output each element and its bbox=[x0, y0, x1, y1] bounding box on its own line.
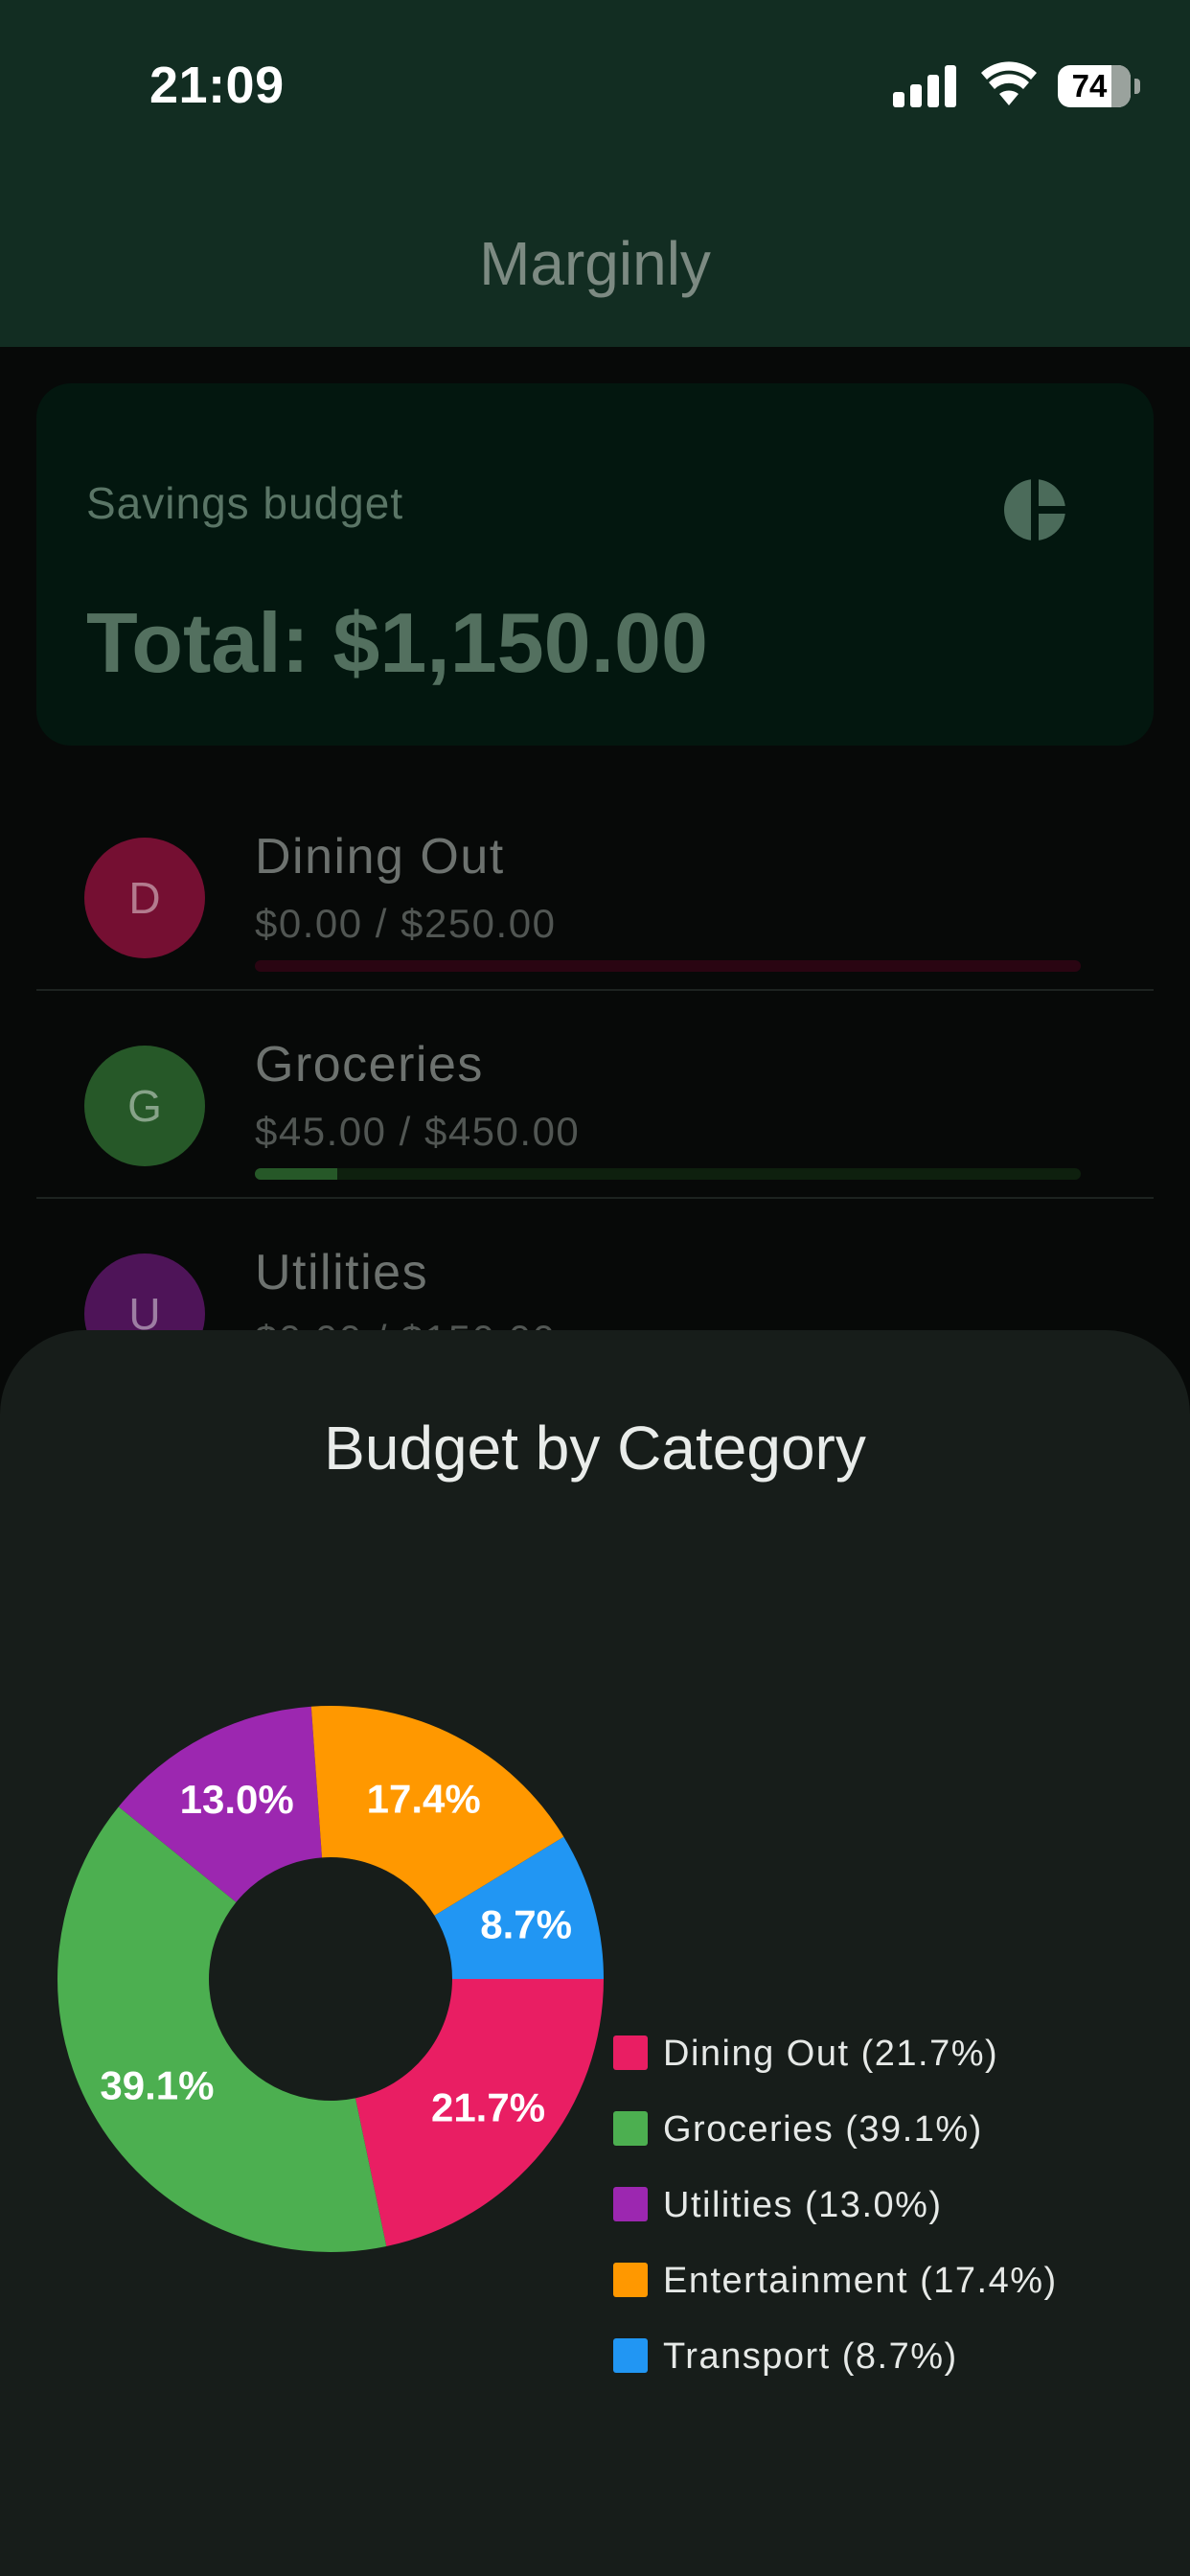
pie-slice-label: 39.1% bbox=[100, 2062, 214, 2107]
category-avatar: D bbox=[84, 838, 205, 958]
chart-bottom-sheet: Budget by Category 21.7% 39.1% 13.0% 17.4% 8… bbox=[0, 1330, 1190, 2576]
legend-label: Utilities (13.0%) bbox=[663, 2185, 943, 2225]
category-name: Utilities bbox=[255, 1245, 429, 1300]
legend-swatch bbox=[613, 2036, 648, 2070]
status-time: 21:09 bbox=[149, 57, 285, 114]
battery-tip bbox=[1134, 79, 1140, 94]
savings-budget-card[interactable]: Savings budget Total: $1,150.00 bbox=[36, 383, 1154, 746]
pie-slice-label: 8.7% bbox=[480, 1902, 572, 1947]
category-row[interactable]: D Dining Out $0.00 / $250.00 bbox=[36, 794, 1154, 1000]
pie-chart-icon[interactable] bbox=[996, 472, 1073, 548]
status-indicators: 74 bbox=[807, 0, 1190, 134]
category-name: Dining Out bbox=[255, 829, 505, 885]
budget-label: Savings budget bbox=[86, 478, 404, 528]
category-progress-bar bbox=[255, 960, 1081, 972]
category-progress-fill bbox=[255, 1168, 338, 1180]
app-title: Marginly bbox=[479, 229, 711, 298]
category-row[interactable]: G Groceries $45.00 / $450.00 bbox=[36, 1001, 1154, 1208]
battery-level: 74 bbox=[1071, 68, 1108, 104]
category-avatar: G bbox=[84, 1046, 205, 1166]
row-divider bbox=[36, 989, 1154, 991]
app-header: 21:09 74 Marginly bbox=[0, 0, 1190, 347]
category-amount: $0.00 / $250.00 bbox=[255, 901, 557, 946]
wifi-icon bbox=[981, 61, 1037, 105]
category-name: Groceries bbox=[255, 1037, 484, 1092]
row-divider bbox=[36, 1197, 1154, 1199]
category-progress-bar bbox=[255, 1168, 1081, 1180]
legend-label: Transport (8.7%) bbox=[663, 2336, 958, 2377]
budget-total: Total: $1,150.00 bbox=[86, 595, 708, 690]
pie-slice-label: 17.4% bbox=[367, 1777, 481, 1822]
budget-donut-chart: 21.7% 39.1% 13.0% 17.4% 8.7% bbox=[57, 1706, 604, 2252]
legend-swatch bbox=[613, 2338, 648, 2373]
legend-label: Groceries (39.1%) bbox=[663, 2109, 983, 2150]
legend-label: Dining Out (21.7%) bbox=[663, 2034, 999, 2074]
legend-swatch bbox=[613, 2263, 648, 2297]
category-amount: $45.00 / $450.00 bbox=[255, 1109, 581, 1154]
pie-slice-label: 21.7% bbox=[431, 2085, 545, 2130]
cellular-signal-icon bbox=[893, 63, 958, 107]
battery-icon: 74 bbox=[1058, 65, 1131, 107]
pie-slice-label: 13.0% bbox=[180, 1777, 294, 1822]
legend-label: Entertainment (17.4%) bbox=[663, 2261, 1058, 2301]
legend-swatch bbox=[613, 2187, 648, 2221]
legend-swatch bbox=[613, 2111, 648, 2146]
